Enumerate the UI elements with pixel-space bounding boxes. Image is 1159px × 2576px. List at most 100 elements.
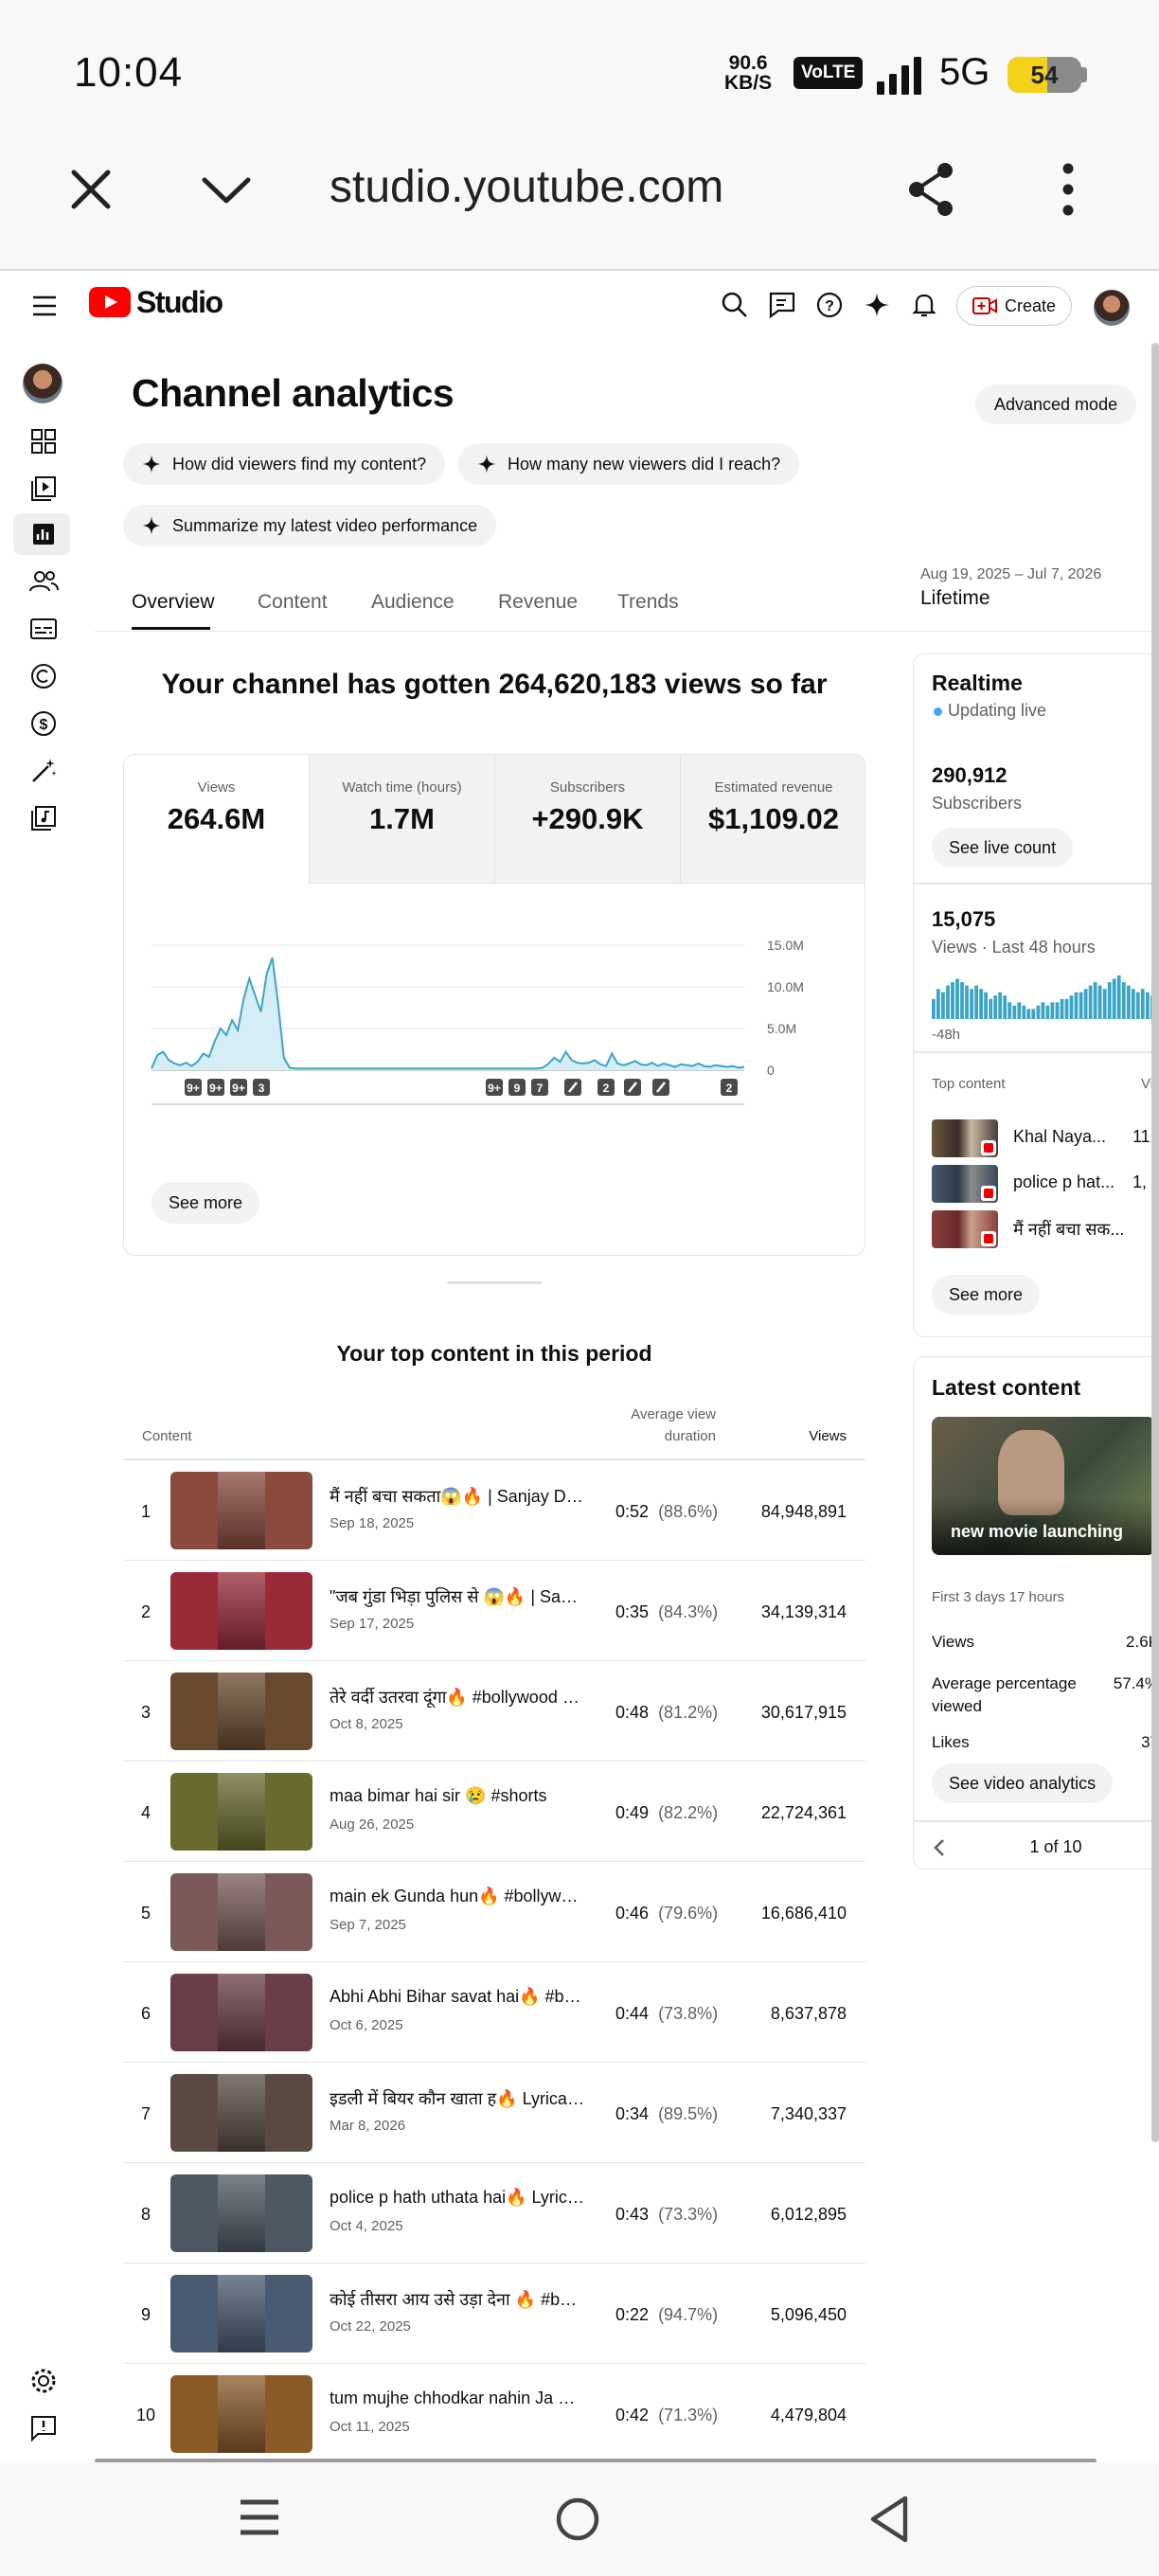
chip-viewers-find[interactable]: How did viewers find my content? — [123, 443, 446, 485]
audio-library-icon[interactable] — [25, 799, 62, 837]
row-rank: 9 — [140, 2305, 151, 2324]
realtime-see-more-button[interactable]: See more — [932, 1275, 1041, 1315]
see-more-button[interactable]: See more — [152, 1182, 260, 1224]
video-thumbnail[interactable] — [170, 1572, 312, 1650]
date-range[interactable]: Aug 19, 2025 – Jul 7, 2026 — [920, 566, 1101, 583]
video-thumbnail[interactable] — [170, 1673, 312, 1750]
period-selector[interactable]: Lifetime — [920, 587, 990, 610]
chip-label: Summarize my latest video performance — [172, 515, 478, 535]
video-thumbnail[interactable] — [170, 2074, 312, 2152]
chevron-down-icon[interactable] — [201, 176, 252, 205]
analytics-icon[interactable] — [25, 515, 62, 553]
video-title[interactable]: मैं नहीं बचा सकता😱🔥 | Sanjay Dut... — [330, 1485, 585, 1508]
customization-icon[interactable] — [25, 752, 62, 790]
avd-percent: (88.6%) — [658, 1502, 719, 1521]
search-icon[interactable] — [720, 290, 750, 320]
recents-icon[interactable] — [239, 2496, 280, 2538]
table-row[interactable]: 8 police p hath uthata hai🔥 Lyrical... Oct… — [123, 2163, 865, 2263]
chip-new-viewers[interactable]: How many new viewers did I reach? — [458, 443, 800, 485]
dashboard-icon[interactable] — [25, 422, 62, 460]
chevron-left-icon[interactable] — [932, 1837, 947, 1858]
sparkle-icon[interactable] — [862, 290, 892, 320]
table-row[interactable]: 6 Abhi Abhi Bihar savat hai🔥 #boll... Oct … — [123, 1962, 865, 2063]
settings-icon[interactable] — [25, 2362, 62, 2400]
video-title[interactable]: maa bimar hai sir 😢 #shorts — [330, 1786, 585, 1806]
table-row[interactable]: 1 मैं नहीं बचा सकता😱🔥 | Sanjay Dut... Sep … — [123, 1460, 865, 1561]
video-title[interactable]: tum mujhe chhodkar nahin Ja Sa... — [330, 2388, 585, 2408]
video-thumbnail[interactable] — [170, 1472, 312, 1549]
send-feedback-icon[interactable] — [25, 2409, 62, 2447]
video-thumbnail[interactable] — [170, 2375, 312, 2453]
table-row[interactable]: 5 main ek Gunda hun🔥 #bollywoo... Sep 7, 2… — [123, 1862, 865, 1962]
table-row[interactable]: 10 tum mujhe chhodkar nahin Ja Sa... Oct 1… — [123, 2364, 865, 2464]
chart-marker-label: 2 — [726, 1082, 733, 1095]
video-title[interactable]: police p hath uthata hai🔥 Lyrical... — [330, 2188, 585, 2208]
home-icon[interactable] — [555, 2496, 600, 2542]
metric-subscribers[interactable]: Subscribers +290.9K — [495, 755, 681, 884]
tab-content[interactable]: Content — [258, 591, 328, 614]
video-thumbnail[interactable] — [170, 1974, 312, 2051]
studio-logo[interactable]: Studio — [89, 284, 223, 319]
subtitles-icon[interactable] — [25, 610, 62, 648]
see-video-analytics-button[interactable]: See video analytics — [932, 1763, 1114, 1803]
top-content-title: Your top content in this period — [336, 1341, 652, 1366]
tab-revenue[interactable]: Revenue — [498, 591, 578, 614]
x-tick-label: May 14, 20... — [597, 1117, 673, 1118]
video-thumbnail[interactable] — [170, 1773, 312, 1851]
table-row[interactable]: 2 "जब गुंडा भिड़ा पुलिस से 😱🔥 | Sanja... S… — [123, 1561, 865, 1661]
latest-video-thumbnail[interactable]: new movie launching — [932, 1417, 1155, 1555]
video-title[interactable]: Abhi Abhi Bihar savat hai🔥 #boll... — [330, 1987, 585, 2007]
avd-time: 0:44 — [615, 2004, 650, 2023]
video-title[interactable]: तेरे वर्दी उतरवा दूंगा🔥 #bollywood #b... — [330, 1686, 585, 1708]
realtime-bar — [1121, 982, 1126, 1019]
realtime-bar-chart[interactable] — [932, 970, 1155, 1019]
video-title[interactable]: "जब गुंडा भिड़ा पुलिस से 😱🔥 | Sanja... — [330, 1585, 585, 1608]
table-row[interactable]: 9 कोई तीसरा आय उसे उड़ा देना 🔥 #bolly... O… — [123, 2263, 865, 2364]
url-field[interactable]: studio.youtube.com — [330, 161, 723, 213]
realtime-bar — [1003, 995, 1007, 1019]
video-title[interactable]: main ek Gunda hun🔥 #bollywoo... — [330, 1887, 585, 1906]
video-thumbnail[interactable] — [170, 2174, 312, 2252]
table-row[interactable]: 7 इडली में बियर कौन खाता ह🔥 Lyrical - ...… — [123, 2063, 865, 2163]
community-icon[interactable] — [25, 563, 62, 600]
video-title[interactable]: इडली में बियर कौन खाता ह🔥 Lyrical - ... — [330, 2087, 585, 2110]
content-icon[interactable] — [25, 470, 62, 508]
menu-icon[interactable] — [32, 295, 57, 316]
share-icon[interactable] — [903, 161, 960, 218]
page-scrollbar[interactable] — [1151, 343, 1159, 2142]
chip-summarize-latest[interactable]: Summarize my latest video performance — [123, 505, 497, 546]
metric-label: Views — [197, 779, 236, 796]
video-thumbnail[interactable] — [170, 2275, 312, 2352]
avd-percent: (82.2%) — [658, 1803, 719, 1822]
bell-icon[interactable] — [909, 290, 939, 320]
metric-watch-time[interactable]: Watch time (hours) 1.7M — [310, 755, 495, 884]
table-row[interactable]: 3 तेरे वर्दी उतरवा दूंगा🔥 #bollywood #b..… — [123, 1661, 865, 1762]
metric-views[interactable]: Views 264.6M — [124, 755, 310, 884]
feedback-icon[interactable] — [767, 290, 797, 320]
copyright-icon[interactable] — [25, 657, 62, 695]
video-title[interactable]: कोई तीसरा आय उसे उड़ा देना 🔥 #bolly... — [330, 2288, 585, 2311]
chart-marker-label: 9+ — [209, 1082, 223, 1095]
col-avd-line2: duration — [664, 1428, 716, 1444]
earn-icon[interactable]: $ — [25, 705, 62, 742]
table-row[interactable]: 4 maa bimar hai sir 😢 #shorts Aug 26, 2025… — [123, 1762, 865, 1862]
back-icon[interactable] — [867, 2495, 911, 2544]
x-tick-label: Jul 7,... — [707, 1117, 750, 1118]
create-button[interactable]: Create — [956, 286, 1073, 326]
metric-revenue[interactable]: Estimated revenue $1,109.02 — [681, 755, 865, 884]
avg-view-duration: 0:49 (82.2%) — [615, 1803, 718, 1823]
tab-trends[interactable]: Trends — [617, 591, 679, 614]
see-live-count-button[interactable]: See live count — [932, 828, 1074, 868]
avd-percent: (71.3%) — [658, 2406, 719, 2424]
advanced-mode-button[interactable]: Advanced mode — [975, 385, 1137, 424]
account-avatar[interactable] — [1094, 290, 1130, 326]
channel-avatar[interactable] — [23, 364, 62, 403]
tab-audience[interactable]: Audience — [371, 591, 455, 614]
tab-overview[interactable]: Overview — [132, 591, 215, 614]
help-icon[interactable]: ? — [814, 290, 845, 320]
more-vert-icon[interactable] — [1059, 163, 1078, 216]
views-chart[interactable]: 15.0M 10.0M 5.0M 0 9+ 9+ 9+ 3 9+ 9 7 2 2 Aug ... Oct 1… — [142, 928, 805, 1118]
close-icon[interactable] — [70, 169, 112, 210]
studio-logo-text: Studio — [136, 284, 223, 319]
video-thumbnail[interactable] — [170, 1873, 312, 1951]
